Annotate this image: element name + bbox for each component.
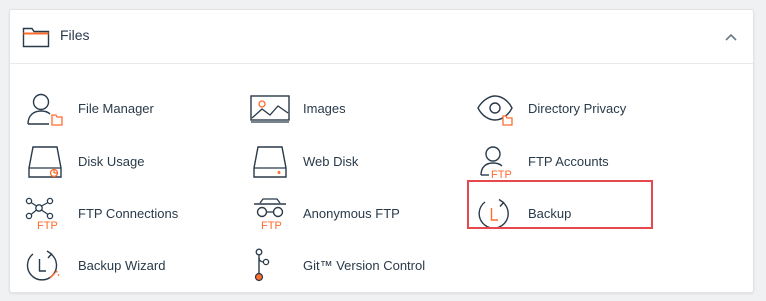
backup-wizard-label: Backup Wizard <box>78 258 166 273</box>
file-manager-label: File Manager <box>78 101 154 116</box>
chevron-up-icon[interactable] <box>720 27 742 47</box>
backup-wizard-icon <box>23 248 67 284</box>
file-manager-item[interactable]: File Manager <box>23 91 233 127</box>
backup-icon <box>473 196 517 232</box>
folder-icon <box>22 26 50 48</box>
ftp-accounts-label: FTP Accounts <box>528 154 609 169</box>
disk-usage-label: Disk Usage <box>78 154 145 169</box>
git-icon <box>248 248 292 284</box>
disk-usage-item[interactable]: Disk Usage <box>23 144 233 180</box>
ftp-connections-icon: FTP <box>23 196 67 232</box>
web-disk-icon <box>248 144 292 180</box>
ftp-accounts-icon: FTP <box>473 144 517 180</box>
directory-privacy-icon <box>473 91 517 127</box>
images-item[interactable]: Images <box>248 91 458 127</box>
section-title: Files <box>60 27 90 43</box>
backup-item[interactable]: Backup <box>473 196 693 232</box>
svg-text:FTP: FTP <box>37 220 58 232</box>
anonymous-ftp-label: Anonymous FTP <box>303 206 400 221</box>
ftp-connections-label: FTP Connections <box>78 206 179 221</box>
file-manager-icon <box>23 91 67 127</box>
directory-privacy-item[interactable]: Directory Privacy <box>473 91 693 127</box>
directory-privacy-label: Directory Privacy <box>528 101 627 116</box>
svg-text:FTP: FTP <box>491 169 512 180</box>
git-version-control-label: Git™ Version Control <box>303 258 426 273</box>
svg-text:FTP: FTP <box>261 220 282 232</box>
disk-usage-icon <box>23 144 67 180</box>
web-disk-label: Web Disk <box>303 154 359 169</box>
ftp-connections-item[interactable]: FTP FTP Connections <box>23 196 233 232</box>
anonymous-ftp-item[interactable]: FTP Anonymous FTP <box>248 196 458 232</box>
backup-wizard-item[interactable]: Backup Wizard <box>23 248 233 284</box>
files-section-header[interactable]: Files <box>10 10 753 64</box>
web-disk-item[interactable]: Web Disk <box>248 144 458 180</box>
images-label: Images <box>303 101 346 116</box>
ftp-accounts-item[interactable]: FTP FTP Accounts <box>473 144 693 180</box>
images-icon <box>248 91 292 127</box>
files-panel: Files File Manager Images Directory Priv… <box>9 9 754 293</box>
anonymous-ftp-icon: FTP <box>248 196 292 232</box>
backup-label: Backup <box>528 206 572 221</box>
git-version-control-item[interactable]: Git™ Version Control <box>248 248 458 284</box>
